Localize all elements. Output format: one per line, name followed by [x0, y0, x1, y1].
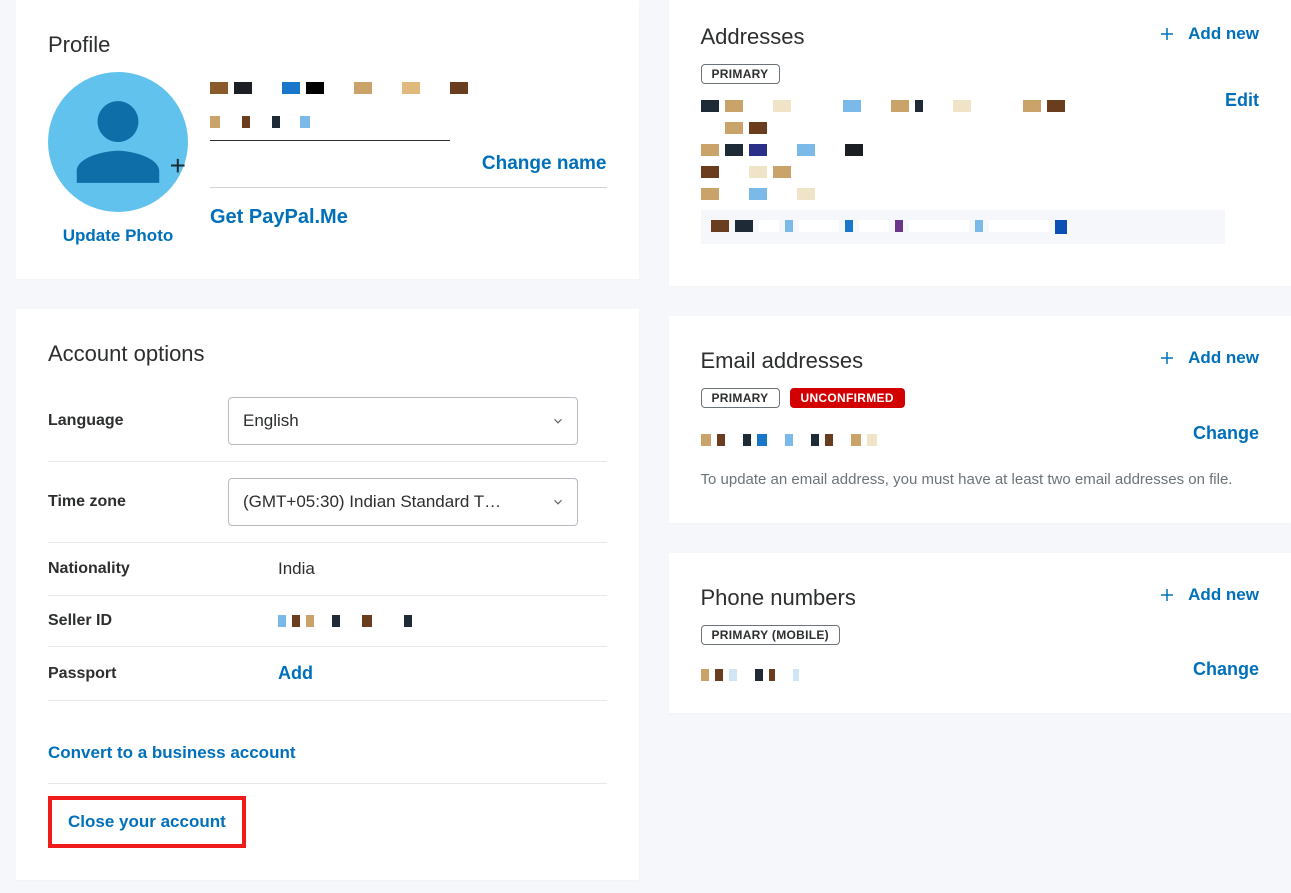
- redacted-address-line-1: [701, 100, 1226, 112]
- redacted-address-line-6: [701, 210, 1226, 244]
- phone-primary-badge: PRIMARY (MOBILE): [701, 625, 840, 645]
- profile-avatar[interactable]: +: [48, 72, 188, 212]
- address-primary-badge: PRIMARY: [701, 64, 780, 84]
- nationality-label: Nationality: [48, 560, 228, 578]
- profile-card: Profile + Update Photo: [16, 0, 639, 279]
- plus-icon: +: [170, 150, 186, 182]
- avatar-icon: [68, 92, 168, 192]
- address-edit-link[interactable]: Edit: [1225, 90, 1259, 111]
- redacted-address-line-4: [701, 166, 1226, 178]
- account-options-heading: Account options: [48, 341, 607, 367]
- language-label: Language: [48, 412, 228, 430]
- redacted-name-line-2: [210, 116, 310, 128]
- email-primary-badge: PRIMARY: [701, 388, 780, 408]
- account-options-card: Account options Language English Time zo…: [16, 309, 639, 880]
- chevron-down-icon: [551, 495, 565, 509]
- email-hint: To update an email address, you must hav…: [701, 468, 1260, 491]
- update-photo-link[interactable]: Update Photo: [63, 226, 174, 245]
- email-unconfirmed-badge: UNCONFIRMED: [790, 388, 905, 408]
- timezone-value: (GMT+05:30) Indian Standard T…: [229, 492, 501, 512]
- redacted-phone: [701, 669, 799, 681]
- addresses-card: Addresses Add new PRIMARY Edit: [669, 0, 1291, 286]
- phone-change-link[interactable]: Change: [1193, 659, 1259, 680]
- timezone-label: Time zone: [48, 493, 228, 511]
- phone-add-new-link[interactable]: Add new: [1158, 585, 1259, 605]
- redacted-address-line-3: [701, 144, 1226, 156]
- emails-card: Email addresses Add new PRIMARY UNCONFIR…: [669, 316, 1291, 523]
- email-change-link[interactable]: Change: [1193, 423, 1259, 444]
- phones-card: Phone numbers Add new PRIMARY (MOBILE) C…: [669, 553, 1291, 713]
- close-account-link[interactable]: Close your account: [48, 796, 246, 848]
- redacted-email: [701, 434, 877, 446]
- passport-add-link[interactable]: Add: [278, 663, 313, 683]
- profile-heading: Profile: [48, 32, 607, 58]
- plus-icon: [1158, 586, 1176, 604]
- redacted-address-line-5: [701, 188, 1226, 200]
- timezone-select[interactable]: (GMT+05:30) Indian Standard T…: [228, 478, 578, 526]
- email-add-new-link[interactable]: Add new: [1158, 348, 1259, 368]
- plus-icon: [1158, 349, 1176, 367]
- chevron-down-icon: [551, 414, 565, 428]
- seller-id-label: Seller ID: [48, 612, 228, 630]
- redacted-name-line-1: [210, 82, 607, 94]
- get-paypal-me-link[interactable]: Get PayPal.Me: [210, 206, 348, 228]
- language-select[interactable]: English: [228, 397, 578, 445]
- passport-label: Passport: [48, 665, 228, 683]
- addresses-heading: Addresses: [701, 24, 805, 50]
- phones-heading: Phone numbers: [701, 585, 856, 611]
- convert-business-link[interactable]: Convert to a business account: [48, 723, 607, 784]
- emails-heading: Email addresses: [701, 348, 864, 374]
- language-value: English: [229, 411, 299, 431]
- change-name-link[interactable]: Change name: [482, 153, 607, 175]
- nationality-value: India: [228, 559, 607, 579]
- address-add-new-link[interactable]: Add new: [1158, 24, 1259, 44]
- redacted-seller-id: [228, 615, 607, 627]
- plus-icon: [1158, 25, 1176, 43]
- redacted-address-line-2: [701, 122, 1226, 134]
